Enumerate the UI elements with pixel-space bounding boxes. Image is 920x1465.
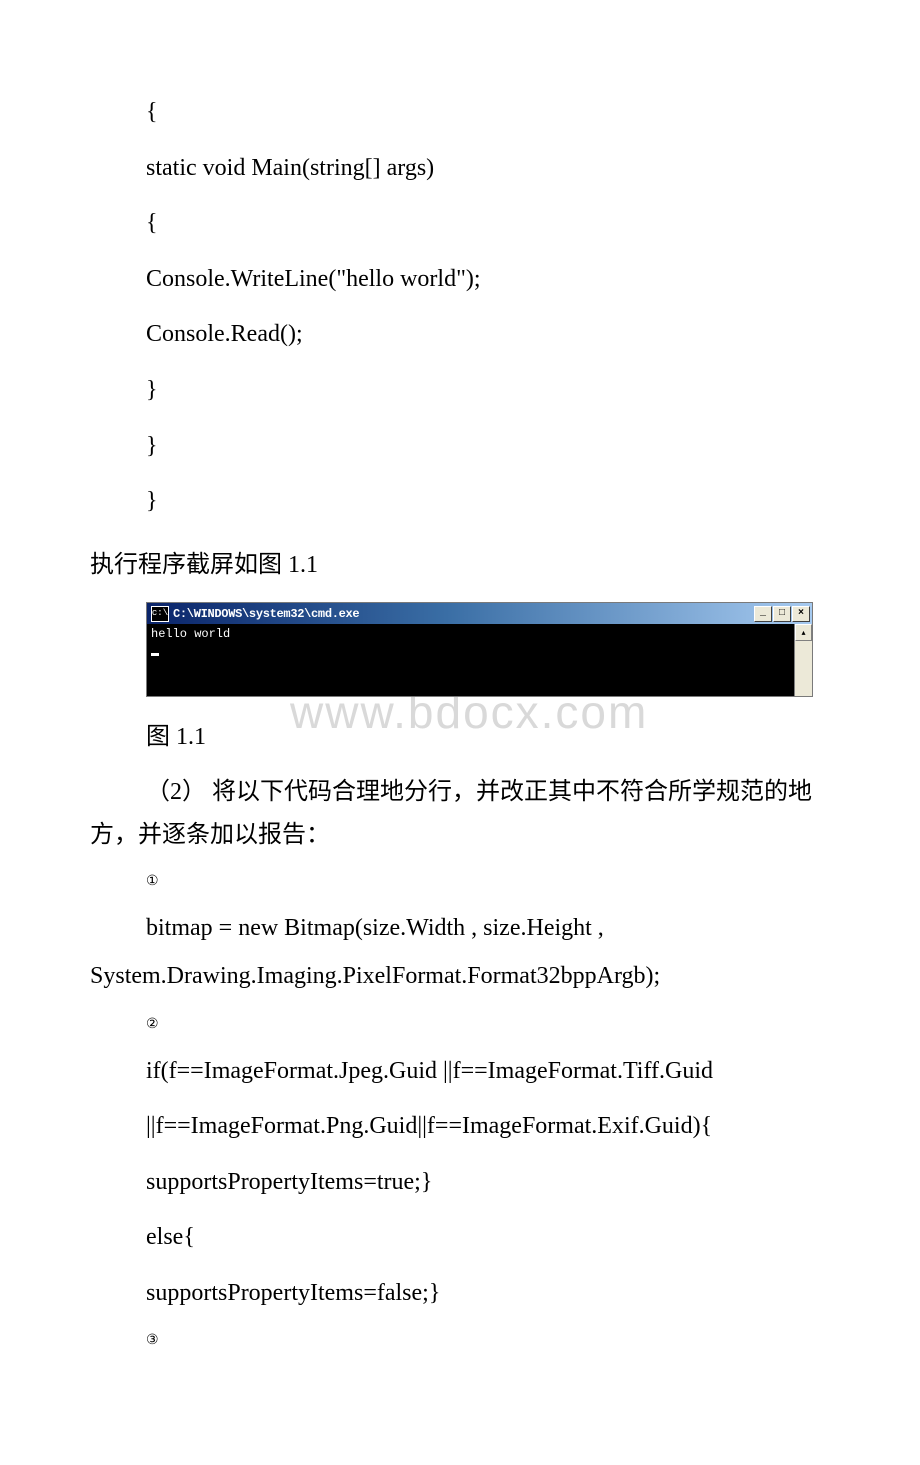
code-block1-line4: Console.WriteLine("hello world"); [146, 257, 830, 303]
cmd-title: C:\WINDOWS\system32\cmd.exe [173, 607, 754, 621]
scroll-up-icon[interactable]: ▴ [795, 624, 812, 641]
cmd-output-text: hello world [151, 627, 230, 641]
figure-label: 图 1.1 [146, 715, 830, 761]
code-item2-line5: supportsPropertyItems=false;} [146, 1271, 830, 1317]
code-block1-line2: static void Main(string[] args) [146, 146, 830, 192]
cmd-output: hello world [147, 624, 794, 696]
item-2-number: ② [146, 1016, 830, 1033]
code-block1-line1: { [146, 90, 830, 136]
cmd-body-wrap: hello world ▴ [147, 624, 812, 696]
code-block1-line3: { [146, 201, 830, 247]
code-block1-line6: } [146, 368, 830, 414]
code-block1-line5: Console.Read(); [146, 312, 830, 358]
code-block1-line7: } [146, 424, 830, 470]
cmd-window-controls: _ □ × [754, 606, 810, 622]
cmd-icon: c:\ [151, 606, 169, 622]
code-item2-line2: ||f==ImageFormat.Png.Guid||f==ImageForma… [146, 1104, 830, 1150]
minimize-button[interactable]: _ [754, 606, 772, 622]
exec-caption: 执行程序截屏如图 1.1 [90, 543, 830, 589]
cmd-window: c:\ C:\WINDOWS\system32\cmd.exe _ □ × he… [146, 602, 813, 697]
code-item1-line2: System.Drawing.Imaging.PixelFormat.Forma… [90, 954, 830, 1000]
scroll-track[interactable] [795, 641, 812, 696]
close-button[interactable]: × [792, 606, 810, 622]
cmd-cursor [151, 653, 159, 656]
item-1-number: ① [146, 873, 830, 890]
code-block1-line8: } [146, 479, 830, 525]
item-3-number: ③ [146, 1332, 830, 1349]
code-item2-line4: else{ [146, 1215, 830, 1261]
code-item2-line3: supportsPropertyItems=true;} [146, 1160, 830, 1206]
code-item1-line1: bitmap = new Bitmap(size.Width , size.He… [146, 906, 830, 952]
maximize-button[interactable]: □ [773, 606, 791, 622]
task2-text: （2） 将以下代码合理地分行，并改正其中不符合所学规范的地方，并逐条加以报告： [90, 771, 830, 857]
cmd-titlebar: c:\ C:\WINDOWS\system32\cmd.exe _ □ × [147, 603, 812, 624]
code-item2-line1: if(f==ImageFormat.Jpeg.Guid ||f==ImageFo… [146, 1049, 830, 1095]
cmd-scrollbar[interactable]: ▴ [794, 624, 812, 696]
